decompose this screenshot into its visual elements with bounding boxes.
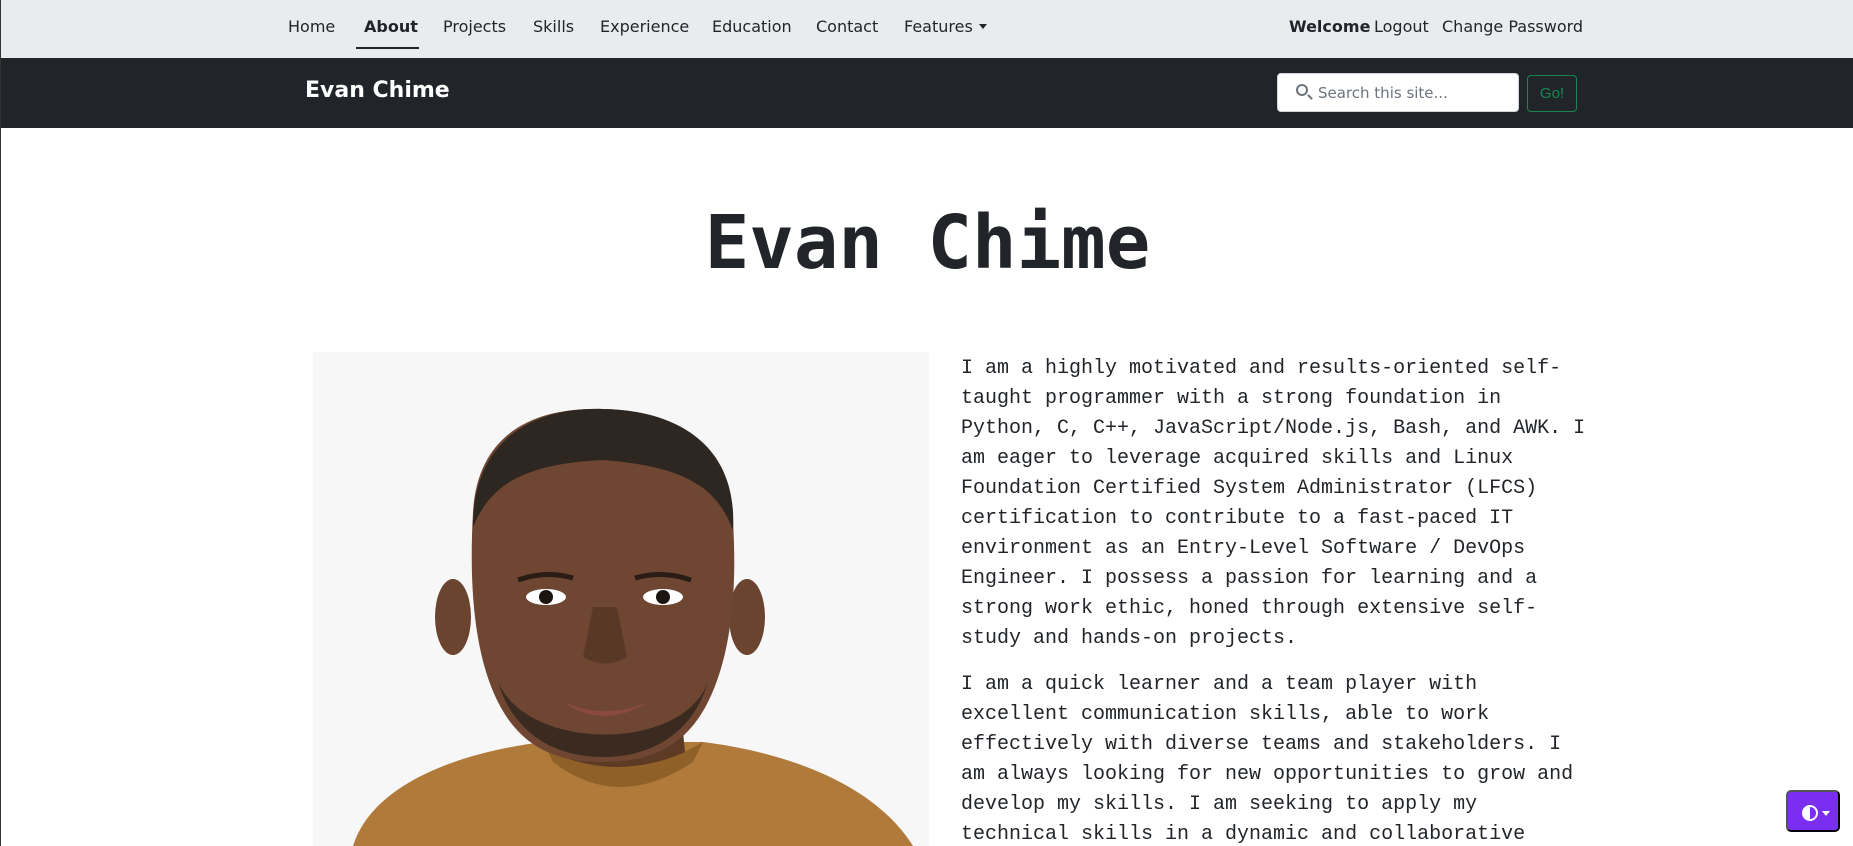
search-input[interactable] <box>1318 80 1513 106</box>
nav-experience[interactable]: Experience <box>600 17 689 36</box>
contrast-icon <box>1802 805 1818 821</box>
nav-about[interactable]: About <box>364 17 418 36</box>
change-password-link[interactable]: Change Password <box>1442 17 1583 36</box>
active-tab-indicator <box>356 47 419 49</box>
nav-home[interactable]: Home <box>288 17 335 36</box>
chevron-down-icon <box>1822 811 1830 816</box>
search-go-button[interactable]: Go! <box>1527 75 1577 112</box>
page-title: Evan Chime <box>704 200 1151 286</box>
nav-projects[interactable]: Projects <box>443 17 506 36</box>
portrait-illustration <box>313 352 929 846</box>
nav-contact[interactable]: Contact <box>816 17 878 36</box>
nav-education[interactable]: Education <box>712 17 792 36</box>
site-header: Evan Chime Go! <box>1 58 1853 128</box>
bio-text: I am a highly motivated and results-orie… <box>961 354 1591 846</box>
nav-features-label: Features <box>904 17 973 36</box>
profile-photo <box>313 352 929 846</box>
search-field[interactable] <box>1277 73 1519 112</box>
brand-logo[interactable]: Evan Chime <box>305 78 450 103</box>
welcome-label: Welcome <box>1289 17 1371 36</box>
logout-link[interactable]: Logout <box>1374 17 1429 36</box>
top-nav: Home About Projects Skills Experience Ed… <box>1 0 1853 58</box>
theme-toggle-button[interactable] <box>1786 790 1840 832</box>
nav-features-dropdown[interactable]: Features <box>904 17 987 36</box>
bio-paragraph: I am a highly motivated and results-orie… <box>961 357 1586 650</box>
bio-paragraph: I am a quick learner and a team player w… <box>961 673 1574 846</box>
chevron-down-icon <box>978 24 987 29</box>
nav-skills[interactable]: Skills <box>533 17 574 36</box>
search-icon <box>1296 84 1308 96</box>
